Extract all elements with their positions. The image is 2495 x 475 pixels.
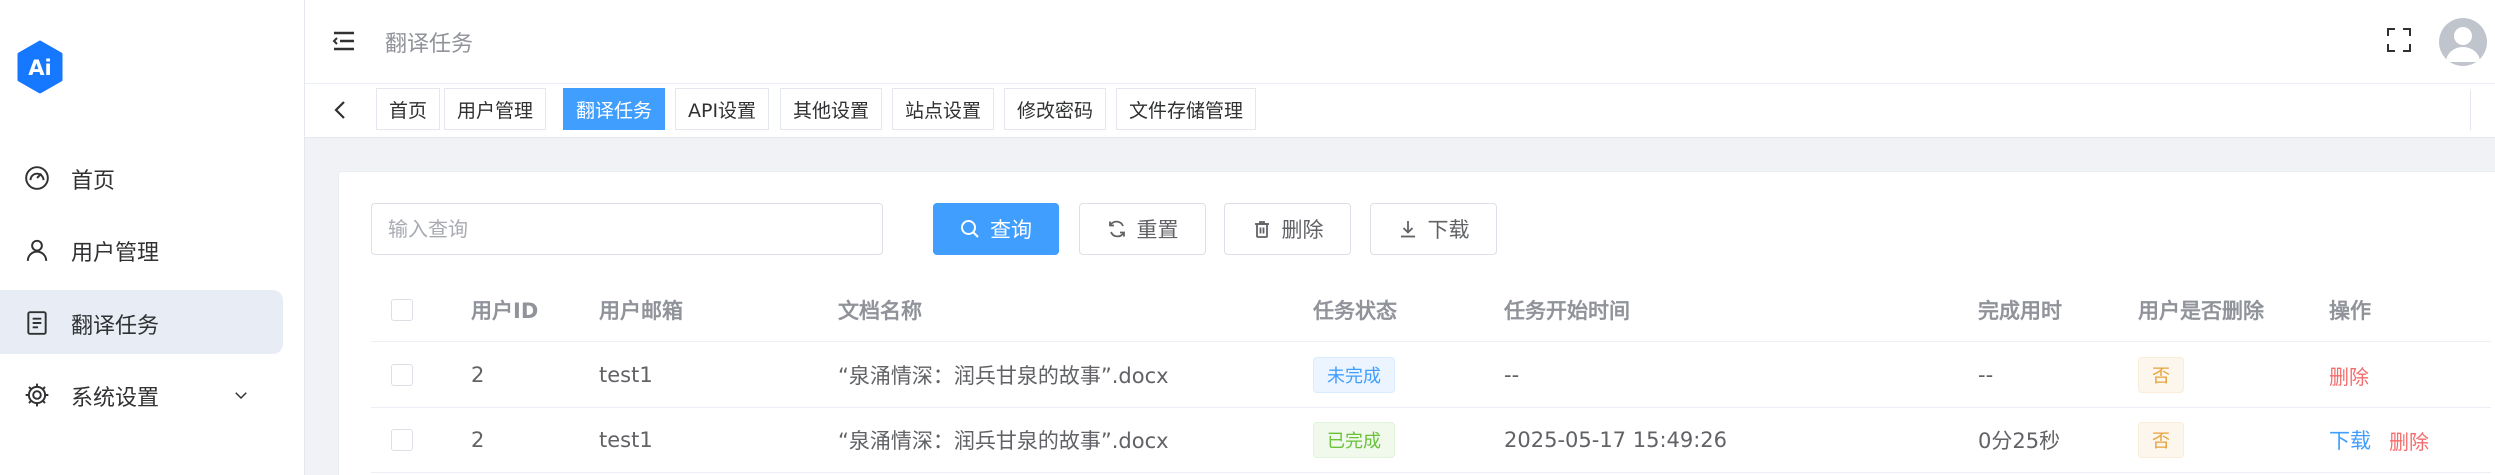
sidebar-item-label: 翻译任务: [71, 314, 160, 339]
gear-icon: [25, 383, 49, 407]
reset-button-label: 重置: [1136, 218, 1179, 242]
table-row: 2 test1 “泉涌情深：润兵甘泉的故事”.docx 已完成 2025-05-…: [371, 408, 2491, 473]
col-actions: 操作: [2329, 298, 2371, 323]
cell-duration: --: [1978, 363, 1994, 387]
sidebar-item-label: 首页: [71, 169, 116, 194]
fullscreen-icon[interactable]: [2385, 26, 2413, 54]
deleted-badge: 否: [2138, 357, 2184, 393]
tabs-divider: [2470, 90, 2471, 130]
query-button-label: 查询: [990, 218, 1032, 242]
dashboard-icon: [25, 166, 49, 190]
download-button-label: 下载: [1427, 218, 1470, 242]
col-start-time: 任务开始时间: [1504, 298, 1630, 323]
tab-home[interactable]: 首页: [376, 88, 441, 130]
chevron-down-icon: [235, 392, 247, 400]
select-all-checkbox[interactable]: [391, 298, 413, 321]
tab-file-storage[interactable]: 文件存储管理: [1116, 88, 1257, 130]
cell-email: test1: [599, 428, 653, 452]
tab-other-settings[interactable]: 其他设置: [780, 88, 883, 130]
trash-icon: [1254, 221, 1269, 238]
col-duration: 完成用时: [1978, 298, 2062, 323]
cell-start-time: 2025-05-17 15:49:26: [1504, 428, 1728, 452]
deleted-badge: 否: [2138, 422, 2184, 458]
cell-doc-name: “泉涌情深：润兵甘泉的故事”.docx: [838, 429, 1169, 453]
menu-fold-icon[interactable]: [331, 28, 357, 54]
reset-button[interactable]: 重置: [1079, 203, 1206, 255]
sidebar-item-home[interactable]: 首页: [0, 145, 283, 209]
col-user-email: 用户邮箱: [599, 298, 683, 323]
row-checkbox[interactable]: [391, 364, 413, 386]
user-avatar-icon: [2446, 27, 2480, 62]
refresh-icon: [1108, 220, 1125, 238]
cell-doc-name: “泉涌情深：润兵甘泉的故事”.docx: [838, 364, 1169, 388]
search-icon: [961, 220, 979, 238]
col-user-deleted: 用户是否删除: [2138, 298, 2264, 323]
app-logo[interactable]: Ai: [16, 40, 64, 94]
cell-user-id: 2: [471, 363, 485, 387]
col-task-status: 任务状态: [1313, 298, 1397, 323]
query-button[interactable]: 查询: [933, 203, 1059, 255]
download-icon: [1400, 221, 1415, 238]
delete-button-label: 删除: [1281, 218, 1324, 242]
tags-view-bar: 首页 用户管理 翻译任务 API设置 其他设置 站点设置 修改密码 文件存储管理: [305, 84, 2495, 138]
tab-change-password[interactable]: 修改密码: [1004, 88, 1107, 130]
table-header: 用户ID 用户邮箱 文档名称 任务状态 任务开始时间 完成用时 用户是否删除 操…: [371, 278, 2491, 342]
cell-email: test1: [599, 363, 653, 387]
download-button[interactable]: 下载: [1370, 203, 1497, 255]
tab-api-settings[interactable]: API设置: [675, 88, 770, 130]
svg-text:Ai: Ai: [28, 56, 51, 80]
sidebar-item-label: 用户管理: [71, 241, 160, 266]
tab-user-management[interactable]: 用户管理: [444, 88, 547, 130]
cell-duration: 0分25秒: [1978, 429, 2061, 453]
cell-user-id: 2: [471, 428, 485, 452]
avatar[interactable]: [2439, 18, 2487, 66]
search-input[interactable]: [371, 203, 883, 255]
user-icon: [26, 239, 48, 261]
row-delete-link[interactable]: 删除: [2389, 426, 2429, 455]
tab-translation-tasks[interactable]: 翻译任务: [563, 88, 666, 130]
sidebar-item-label: 系统设置: [71, 386, 160, 411]
row-download-link[interactable]: 下载: [2329, 425, 2371, 455]
sidebar-item-system-settings[interactable]: 系统设置: [0, 362, 283, 426]
col-doc-name: 文档名称: [838, 298, 922, 323]
col-user-id: 用户ID: [471, 298, 539, 323]
sidebar-item-users[interactable]: 用户管理: [0, 217, 283, 281]
row-checkbox[interactable]: [391, 429, 413, 451]
task-panel: 查询 重置 删除 下载 用户ID 用户邮箱 文档名称 任务状态 任务开始时间 完…: [338, 171, 2495, 475]
sidebar: Ai 首页 用户管理 翻译任务 系统设置: [0, 0, 305, 475]
table-row: 2 test1 “泉涌情深：润兵甘泉的故事”.docx 未完成 -- -- 否 …: [371, 343, 2491, 408]
breadcrumb: 翻译任务: [385, 32, 474, 57]
status-badge: 未完成: [1313, 357, 1395, 393]
cell-start-time: --: [1504, 363, 1520, 387]
top-header: 翻译任务: [305, 0, 2495, 84]
status-badge: 已完成: [1313, 422, 1395, 458]
delete-button[interactable]: 删除: [1224, 203, 1351, 255]
document-icon: [27, 311, 47, 335]
sidebar-item-translation-tasks[interactable]: 翻译任务: [0, 290, 283, 354]
tab-site-settings[interactable]: 站点设置: [892, 88, 995, 130]
row-delete-link[interactable]: 删除: [2329, 361, 2369, 390]
chevron-left-icon[interactable]: [329, 98, 353, 122]
